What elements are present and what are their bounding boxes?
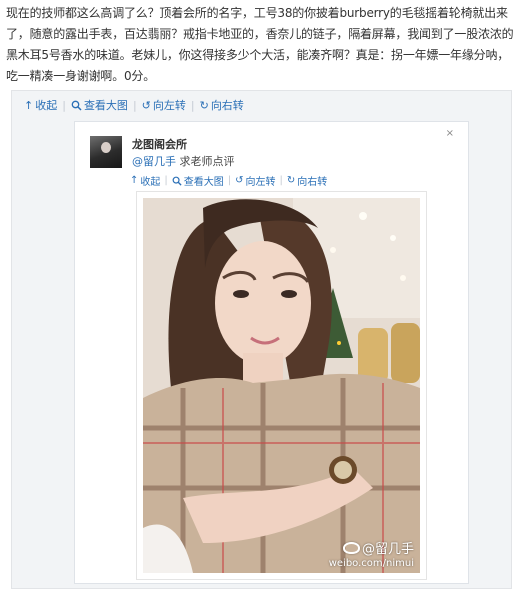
- rotate-left-label: 向左转: [152, 99, 186, 112]
- magnify-icon: [71, 100, 82, 111]
- avatar[interactable]: [90, 136, 122, 168]
- mention-link[interactable]: @留几手: [132, 155, 176, 168]
- rotate-left-icon: ↺: [235, 174, 244, 186]
- photo-watermark: @留几手 weibo.com/nimui: [329, 538, 414, 569]
- toolbar-divider: |: [227, 175, 232, 186]
- rotate-left-button[interactable]: ↺ 向左转: [142, 97, 186, 113]
- view-large-button[interactable]: 查看大图: [71, 97, 128, 113]
- toolbar-divider: |: [190, 98, 195, 112]
- inner-rotate-left-button[interactable]: ↺ 向左转: [235, 173, 275, 188]
- close-icon[interactable]: ×: [446, 128, 454, 139]
- media-toolbar: ↑ 收起 | 查看大图 | ↺ 向左转 | ↻ 向右转: [24, 97, 248, 113]
- media-expanded-panel: ↑ 收起 | 查看大图 | ↺ 向左转 | ↻ 向右转 龙图阁会所 @留几手 求…: [11, 90, 512, 589]
- photo-frame: @留几手 weibo.com/nimui: [136, 191, 427, 580]
- rotate-right-icon: ↻: [286, 174, 296, 186]
- repost-message: 求老师点评: [179, 155, 235, 168]
- toolbar-divider: |: [62, 98, 66, 112]
- magnify-icon: [172, 176, 182, 186]
- inner-rotate-right-label: 向右转: [297, 177, 328, 188]
- inner-collapse-label: 收起: [140, 177, 161, 188]
- photo-illustration: [143, 198, 420, 573]
- view-large-label: 查看大图: [83, 99, 128, 112]
- repost-author-name[interactable]: 龙图阁会所: [132, 136, 187, 152]
- watermark-handle: @留几手: [361, 542, 414, 557]
- inner-rotate-right-button[interactable]: ↻ 向右转: [287, 173, 327, 188]
- repost-text: @留几手 求老师点评: [132, 153, 235, 169]
- inner-view-large-button[interactable]: 查看大图: [172, 173, 224, 188]
- up-arrow-icon: ↑: [130, 174, 139, 186]
- collapse-label: 收起: [35, 99, 58, 112]
- rotate-right-icon: ↻: [199, 98, 209, 112]
- collapse-button[interactable]: ↑ 收起: [24, 97, 57, 113]
- inner-media-toolbar: ↑ 收起 | 查看大图 | ↺ 向左转 | ↻ 向右转: [130, 173, 330, 188]
- photo[interactable]: @留几手 weibo.com/nimui: [143, 198, 420, 573]
- rotate-right-button[interactable]: ↻ 向右转: [200, 97, 244, 113]
- rotate-right-label: 向右转: [210, 99, 244, 112]
- inner-view-large-label: 查看大图: [183, 177, 224, 188]
- toolbar-divider: |: [279, 175, 283, 186]
- inner-rotate-left-label: 向左转: [245, 177, 276, 188]
- rotate-left-icon: ↺: [141, 98, 151, 112]
- inner-collapse-button[interactable]: ↑ 收起: [130, 173, 160, 188]
- repost-card: 龙图阁会所 @留几手 求老师点评 × ↑ 收起 | 查看大图 | ↺ 向左转 |…: [74, 121, 469, 584]
- post-text: 现在的技师都这么高调了么？顶着会所的名字，工号38的你披着burberry的毛毯…: [6, 6, 514, 83]
- toolbar-divider: |: [132, 98, 137, 112]
- toolbar-divider: |: [164, 175, 168, 186]
- up-arrow-icon: ↑: [24, 98, 34, 112]
- watermark-url: weibo.com/nimui: [328, 558, 414, 569]
- weibo-logo-icon: [342, 541, 360, 554]
